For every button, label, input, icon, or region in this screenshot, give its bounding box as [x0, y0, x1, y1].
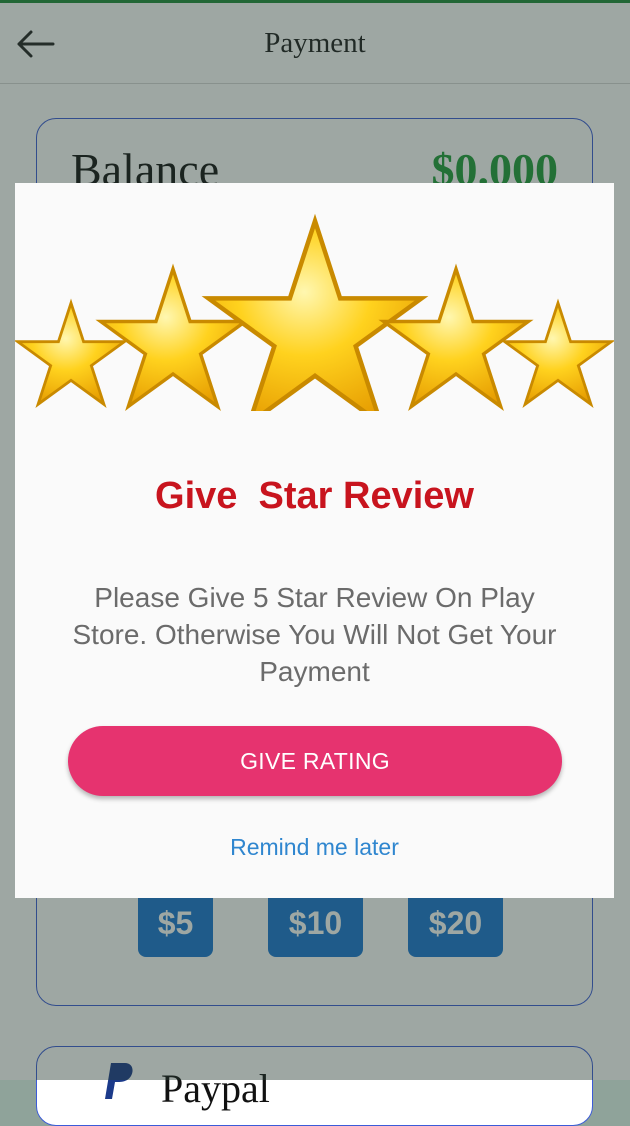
dialog-title: Give Star Review — [155, 475, 474, 517]
star-icon — [208, 221, 421, 411]
star-icon — [384, 269, 529, 406]
review-dialog: Give Star Review Please Give 5 Star Revi… — [15, 183, 614, 898]
star-icon — [101, 269, 246, 406]
give-rating-button[interactable]: GIVE RATING — [68, 726, 562, 796]
star-icon — [505, 303, 612, 404]
remind-me-later-link[interactable]: Remind me later — [15, 834, 614, 861]
five-stars-icon — [15, 211, 614, 411]
dialog-message: Please Give 5 Star Review On Play Store.… — [72, 582, 557, 687]
star-icon — [18, 303, 125, 404]
